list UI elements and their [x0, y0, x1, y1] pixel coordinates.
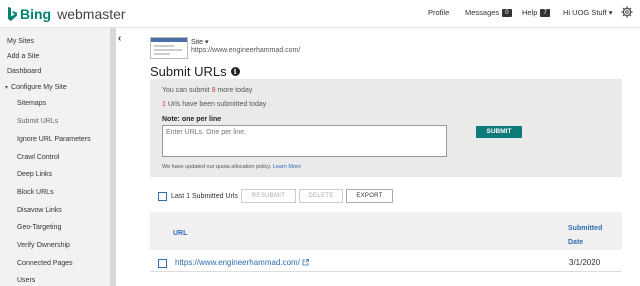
urls-textarea[interactable]	[162, 125, 447, 157]
resubmit-button[interactable]: RESUBMIT	[241, 189, 296, 203]
messages-count-badge: 0	[502, 8, 512, 17]
sidebar-item-connected-pages[interactable]: Connected Pages	[17, 257, 73, 271]
sidebar: My Sites Add a Site Dashboard ▾ Configure…	[0, 28, 110, 286]
page-title-text: Submit URLs	[150, 64, 227, 79]
help-link[interactable]: Help 7	[522, 8, 550, 17]
select-all-checkbox[interactable]	[158, 192, 167, 201]
help-count-badge: 7	[540, 8, 550, 17]
sidebar-scrollbar[interactable]	[110, 28, 116, 286]
info-icon[interactable]: i	[230, 67, 240, 76]
external-link-icon	[302, 259, 309, 266]
quota-remaining-text: You can submit 9 more today	[162, 87, 253, 94]
table-header: URL Submitted Date	[150, 212, 622, 250]
sidebar-item-my-sites[interactable]: My Sites	[7, 35, 34, 49]
bing-logo-icon	[8, 7, 17, 21]
sidebar-item-crawl-control[interactable]: Crawl Control	[17, 151, 59, 165]
sidebar-item-geo-targeting[interactable]: Geo-Targeting	[17, 221, 61, 235]
sidebar-item-verify-ownership[interactable]: Verify Ownership	[17, 239, 70, 253]
messages-label: Messages	[465, 8, 500, 17]
sidebar-item-submit-urls[interactable]: Submit URLs	[17, 115, 58, 129]
export-button[interactable]: EXPORT	[346, 189, 393, 203]
submit-button[interactable]: SUBMIT	[476, 126, 522, 138]
sidebar-item-deep-links[interactable]: Deep Links	[17, 168, 52, 182]
sidebar-item-users[interactable]: Users	[17, 274, 35, 286]
sidebar-item-configure-my-site[interactable]: ▾ Configure My Site	[5, 81, 67, 95]
table-row-date: 3/1/2020	[569, 258, 601, 267]
delete-button[interactable]: DELETE	[299, 189, 343, 203]
sidebar-item-dashboard[interactable]: Dashboard	[7, 65, 41, 79]
logo[interactable]: Bing webmaster	[8, 6, 126, 22]
row-divider	[150, 271, 622, 272]
brand-name: Bing	[20, 6, 52, 22]
submit-panel: You can submit 9 more today 1 Urls have …	[150, 79, 622, 177]
top-bar: Bing webmaster Profile Messages 0 Help 7…	[0, 0, 640, 28]
column-header-submitted-date[interactable]: Submitted Date	[568, 222, 602, 250]
product-name: webmaster	[57, 6, 126, 22]
page-title: Submit URLs i	[150, 64, 240, 79]
quota-policy-note: We have updated our quota allocation pol…	[162, 164, 301, 170]
site-url: https://www.engineerhammad.com/	[191, 47, 301, 54]
row-checkbox[interactable]	[158, 259, 167, 268]
submitted-today-text: 1 Urls have been submitted today	[162, 101, 267, 108]
sidebar-item-add-site[interactable]: Add a Site	[7, 50, 39, 64]
gear-icon[interactable]	[621, 6, 633, 18]
user-menu[interactable]: Hi UOG Stuff ▾	[563, 8, 612, 17]
help-label: Help	[522, 8, 538, 17]
sidebar-item-block-urls[interactable]: Block URLs	[17, 186, 54, 200]
chevron-down-icon: ▾	[5, 85, 9, 91]
sidebar-item-ignore-url-parameters[interactable]: Ignore URL Parameters	[17, 133, 91, 147]
column-header-url[interactable]: URL	[173, 230, 187, 237]
profile-link[interactable]: Profile	[428, 8, 449, 17]
last-submitted-label: Last 1 Submitted Urls	[171, 193, 238, 200]
collapse-sidebar-icon[interactable]: ‹	[118, 33, 121, 44]
sidebar-item-sitemaps[interactable]: Sitemaps	[17, 97, 46, 111]
site-thumbnail	[150, 37, 188, 59]
sidebar-item-disavow-links[interactable]: Disavow Links	[17, 204, 62, 218]
messages-link[interactable]: Messages 0	[465, 8, 512, 17]
sidebar-item-label: Configure My Site	[11, 84, 67, 91]
note-label: Note: one per line	[162, 116, 222, 123]
table-row-url-link[interactable]: https://www.engineerhammad.com/	[175, 258, 309, 267]
site-selector[interactable]: Site ▾	[191, 38, 209, 46]
learn-more-link[interactable]: Learn More	[273, 164, 301, 170]
